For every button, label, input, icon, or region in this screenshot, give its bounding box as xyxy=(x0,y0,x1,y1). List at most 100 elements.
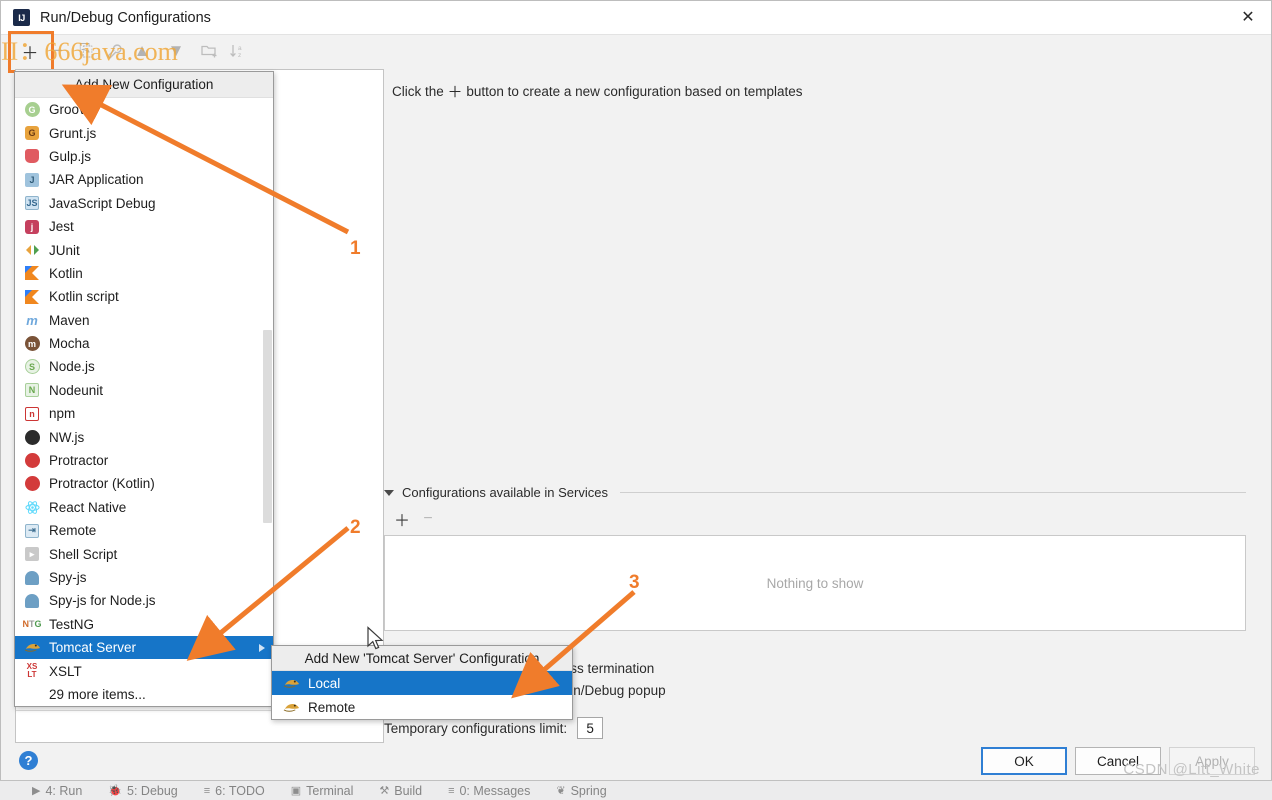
ide-tab-terminal[interactable]: ▣ Terminal xyxy=(291,784,354,798)
hint-plus-icon: ＋ xyxy=(447,84,463,101)
popup-item-label: Node.js xyxy=(49,359,95,375)
spy-js-node-icon xyxy=(23,593,41,609)
submenu-item-remote[interactable]: Remote xyxy=(272,695,572,719)
popup-item-jar-application[interactable]: J JAR Application xyxy=(15,168,273,191)
tomcat-icon xyxy=(282,701,300,714)
popup-item-shell-script[interactable]: ▸ Shell Script xyxy=(15,542,273,565)
popup-item-gruntjs[interactable]: G Grunt.js xyxy=(15,121,273,144)
sort-alphabetically-button[interactable]: a z xyxy=(225,38,251,64)
popup-scrollbar-thumb[interactable] xyxy=(263,330,272,523)
popup-item-label: Groovy xyxy=(49,102,93,118)
popup-item-nodeunit[interactable]: N Nodeunit xyxy=(15,379,273,402)
maven-icon: m xyxy=(26,312,38,328)
help-icon[interactable]: ? xyxy=(19,751,38,770)
protractor-icon xyxy=(23,453,41,469)
ok-button[interactable]: OK xyxy=(981,747,1067,775)
popup-item-gulpjs[interactable]: Gulp.js xyxy=(15,145,273,168)
popup-item-junit[interactable]: JUnit xyxy=(15,238,273,261)
svg-text:a: a xyxy=(238,45,242,52)
popup-item-label: Protractor (Kotlin) xyxy=(49,476,155,492)
services-section-header[interactable]: Configurations available in Services xyxy=(384,485,1246,500)
ide-tab-spring[interactable]: ❦ Spring xyxy=(556,784,606,798)
popup-item-jest[interactable]: j Jest xyxy=(15,215,273,238)
popup-item-list[interactable]: G Groovy G Grunt.js Gulp.js J JAR Applic… xyxy=(15,98,273,706)
tomcat-icon xyxy=(23,640,41,656)
javascript-debug-icon: JS xyxy=(25,196,39,211)
close-icon[interactable]: ✕ xyxy=(1225,1,1271,34)
edit-templates-button[interactable] xyxy=(101,38,127,64)
remote-icon: ⇥ xyxy=(23,523,41,539)
popup-item-label: Shell Script xyxy=(49,546,118,562)
popup-item-react-native[interactable]: React Native xyxy=(15,496,273,519)
submenu-item-label: Remote xyxy=(308,699,356,715)
popup-item-label: TestNG xyxy=(49,616,95,632)
popup-item-kotlin[interactable]: Kotlin xyxy=(15,262,273,285)
add-new-configuration-popup[interactable]: Add New Configuration G Groovy G Grunt.j… xyxy=(14,71,274,708)
ide-tab-debug[interactable]: 🐞 5: Debug xyxy=(108,784,177,798)
popup-item-label: Grunt.js xyxy=(49,125,97,141)
submenu-title: Add New 'Tomcat Server' Configuration xyxy=(272,646,572,671)
popup-item-label: Protractor xyxy=(49,453,109,469)
react-native-icon xyxy=(23,499,41,515)
jest-icon: j xyxy=(23,219,41,235)
csdn-watermark: CSDN @Litt_White xyxy=(1123,761,1260,778)
popup-item-label: Spy-js for Node.js xyxy=(49,593,156,609)
debug-icon: 🐞 xyxy=(108,785,123,797)
kotlin-script-icon xyxy=(23,289,41,305)
popup-item-testng[interactable]: NTG TestNG xyxy=(15,613,273,636)
npm-icon: n xyxy=(23,406,41,422)
services-section-title: Configurations available in Services xyxy=(402,485,608,500)
submenu-item-local[interactable]: Local xyxy=(272,671,572,695)
popup-item-javascript-debug[interactable]: JS JavaScript Debug xyxy=(15,192,273,215)
remove-configuration-button[interactable]: − xyxy=(45,38,71,64)
services-add-button[interactable]: ＋ xyxy=(392,509,412,530)
spy-js-icon xyxy=(23,570,41,586)
popup-item-label: Kotlin xyxy=(49,265,83,281)
new-folder-button[interactable] xyxy=(197,38,223,64)
temp-limit-label: Temporary configurations limit: xyxy=(384,720,568,736)
ide-tab-label: Terminal xyxy=(306,783,354,798)
popup-item-nodejs[interactable]: S Node.js xyxy=(15,355,273,378)
popup-item-spy-js-for-nodejs[interactable]: Spy-js for Node.js xyxy=(15,589,273,612)
tomcat-server-submenu[interactable]: Add New 'Tomcat Server' Configuration Lo… xyxy=(271,645,573,720)
services-remove-button: − xyxy=(423,510,433,527)
tomcat-icon xyxy=(282,677,300,690)
popup-item-maven[interactable]: m Maven xyxy=(15,309,273,332)
popup-item-protractor[interactable]: Protractor xyxy=(15,449,273,472)
popup-item-groovy[interactable]: G Groovy xyxy=(15,98,273,121)
popup-item-label: XSLT xyxy=(49,663,82,679)
ide-tab-build[interactable]: ⚒ Build xyxy=(379,784,422,798)
popup-item-remote[interactable]: ⇥ Remote xyxy=(15,519,273,542)
popup-item-label: Gulp.js xyxy=(49,148,92,164)
move-up-button[interactable]: ▲ xyxy=(129,38,155,64)
popup-item-nwjs[interactable]: NW.js xyxy=(15,425,273,448)
add-configuration-button[interactable]: ＋ xyxy=(17,38,43,64)
ide-tab-label: 5: Debug xyxy=(127,783,178,798)
popup-item-protractor-kotlin[interactable]: Protractor (Kotlin) xyxy=(15,472,273,495)
svg-text:z: z xyxy=(238,52,241,59)
hint-suffix: button to create a new configuration bas… xyxy=(466,84,803,99)
ide-tab-messages[interactable]: ≡ 0: Messages xyxy=(448,784,530,798)
popup-item-mocha[interactable]: m Mocha xyxy=(15,332,273,355)
services-section-rule xyxy=(619,492,1246,493)
services-empty-box[interactable]: Nothing to show xyxy=(384,535,1246,631)
popup-item-label: NW.js xyxy=(49,429,85,445)
chevron-down-icon[interactable] xyxy=(384,489,394,496)
temp-limit-input[interactable] xyxy=(577,717,604,739)
popup-item-npm[interactable]: n npm xyxy=(15,402,273,425)
popup-item-label: Jest xyxy=(49,219,74,235)
nodeunit-icon: N xyxy=(23,382,41,398)
ide-tab-run[interactable]: ▶ 4: Run xyxy=(32,784,82,798)
popup-item-label: Remote xyxy=(49,523,97,539)
popup-item-spy-js[interactable]: Spy-js xyxy=(15,566,273,589)
popup-item-more-items[interactable]: 29 more items... xyxy=(15,683,273,706)
annotation-number-1: 1 xyxy=(350,238,361,259)
ide-tab-todo[interactable]: ≡ 6: TODO xyxy=(204,784,265,798)
move-down-button[interactable]: ▼ xyxy=(163,38,189,64)
copy-configuration-button[interactable]: ⎘ xyxy=(73,38,99,64)
intellij-idea-icon: IJ xyxy=(13,9,30,26)
gulp-icon xyxy=(23,148,41,164)
popup-item-xslt[interactable]: XS LT XSLT xyxy=(15,659,273,682)
popup-item-tomcat-server[interactable]: Tomcat Server xyxy=(15,635,273,660)
popup-item-kotlin-script[interactable]: Kotlin script xyxy=(15,285,273,308)
